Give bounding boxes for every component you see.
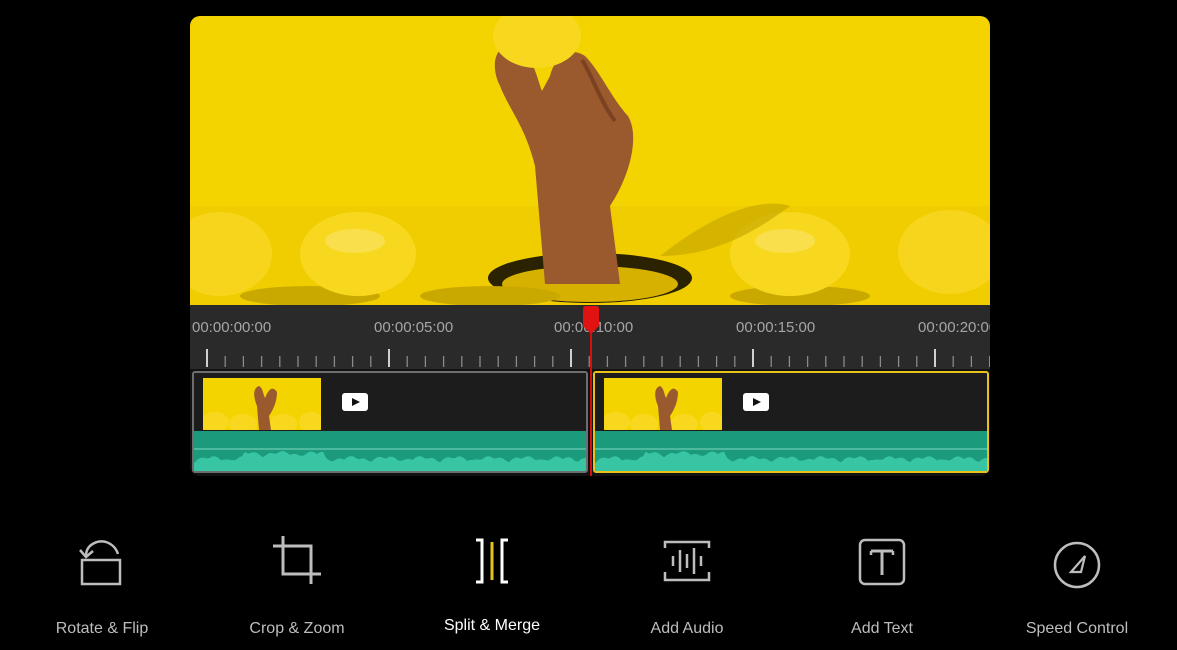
playhead-line: [590, 316, 592, 476]
video-clip-2[interactable]: [593, 371, 989, 473]
preview-image: [190, 16, 990, 306]
tool-label: Crop & Zoom: [249, 620, 345, 637]
video-editor: 00:00:00:00 00:00:05:00 00:00:10:00 00:0…: [190, 16, 990, 476]
audio-waveform: [595, 431, 987, 471]
clip-thumbnail: [203, 378, 321, 430]
bottom-toolbar: Rotate & Flip Crop & Zoom Split & Merge …: [0, 530, 1177, 650]
text-icon: [858, 538, 906, 586]
clip-video-strip: [194, 373, 586, 431]
crop-zoom-button[interactable]: Crop & Zoom: [222, 530, 372, 638]
clip-video-strip: [595, 373, 987, 431]
rotate-flip-icon: [79, 540, 122, 586]
add-text-button[interactable]: Add Text: [807, 530, 957, 638]
speed-icon: [1053, 541, 1101, 589]
play-icon[interactable]: [743, 393, 769, 411]
split-merge-icon: [476, 538, 508, 584]
video-clip-1[interactable]: [192, 371, 588, 473]
audio-waveform: [194, 431, 586, 471]
add-audio-button[interactable]: Add Audio: [612, 530, 762, 638]
play-icon[interactable]: [342, 393, 368, 411]
lemon: [300, 212, 416, 296]
audio-icon: [663, 540, 711, 582]
split-merge-button[interactable]: Split & Merge: [417, 530, 567, 635]
tool-label: Split & Merge: [443, 617, 541, 634]
playhead-handle[interactable]: [581, 306, 601, 334]
crop-icon: [273, 536, 321, 584]
video-preview[interactable]: [190, 16, 990, 306]
clip-thumbnail: [604, 378, 722, 430]
rotate-flip-button[interactable]: Rotate & Flip: [27, 530, 177, 638]
tool-label: Add Audio: [650, 620, 724, 637]
tool-label: Add Text: [851, 620, 913, 637]
tool-label: Rotate & Flip: [55, 620, 149, 637]
tool-label: Speed Control: [1025, 620, 1129, 637]
speed-control-button[interactable]: Speed Control: [1002, 530, 1152, 638]
